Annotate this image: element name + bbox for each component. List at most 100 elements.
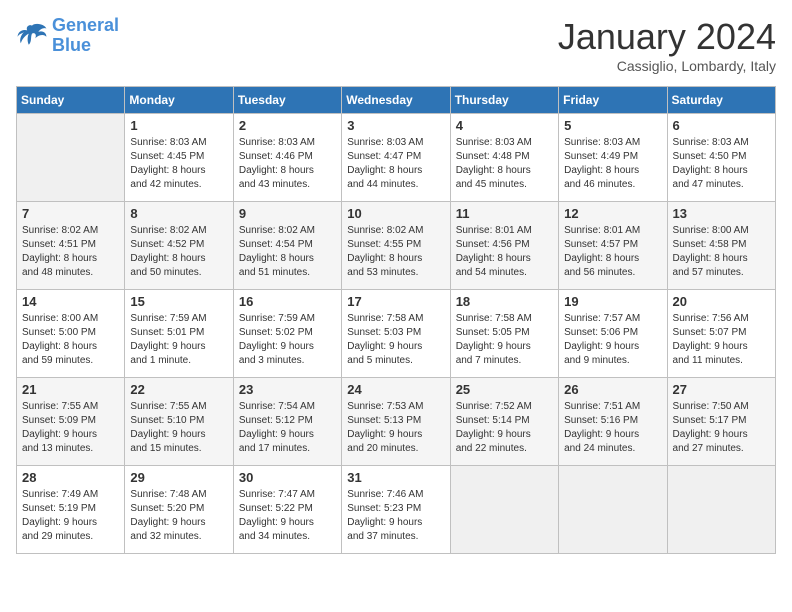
calendar-day-cell: 10 Sunrise: 8:02 AMSunset: 4:55 PMDayligh… (342, 202, 450, 290)
day-detail: Sunrise: 8:03 AMSunset: 4:47 PMDaylight:… (347, 136, 444, 192)
calendar-day-cell: 20 Sunrise: 7:56 AMSunset: 5:07 PMDayligh… (667, 290, 775, 378)
day-number: 7 (22, 206, 119, 221)
day-number: 21 (22, 382, 119, 397)
calendar-day-cell: 23 Sunrise: 7:54 AMSunset: 5:12 PMDayligh… (233, 378, 341, 466)
day-number: 2 (239, 118, 336, 133)
calendar-day-cell (17, 114, 125, 202)
day-detail: Sunrise: 8:00 AMSunset: 4:58 PMDaylight:… (673, 224, 770, 280)
calendar-day-cell: 15 Sunrise: 7:59 AMSunset: 5:01 PMDayligh… (125, 290, 233, 378)
calendar-day-cell: 18Sunrise: 7:58 AMSunset: 5:05 PMDayligh… (450, 290, 558, 378)
calendar-week-row: 7 Sunrise: 8:02 AMSunset: 4:51 PMDaylight… (17, 202, 776, 290)
calendar-day-cell: 29 Sunrise: 7:48 AMSunset: 5:20 PMDayligh… (125, 466, 233, 554)
logo: General Blue (16, 16, 119, 56)
day-detail: Sunrise: 8:03 AMSunset: 4:50 PMDaylight:… (673, 136, 770, 192)
day-detail: Sunrise: 7:49 AMSunset: 5:19 PMDaylight:… (22, 488, 119, 544)
day-detail: Sunrise: 8:01 AMSunset: 4:57 PMDaylight:… (564, 224, 661, 280)
calendar-day-cell: 11 Sunrise: 8:01 AMSunset: 4:56 PMDayligh… (450, 202, 558, 290)
calendar-header-monday: Monday (125, 87, 233, 114)
day-number: 14 (22, 294, 119, 309)
day-detail: Sunrise: 7:50 AMSunset: 5:17 PMDaylight:… (673, 400, 770, 456)
day-number: 23 (239, 382, 336, 397)
day-number: 15 (130, 294, 227, 309)
day-number: 29 (130, 470, 227, 485)
calendar-day-cell: 5Sunrise: 8:03 AMSunset: 4:49 PMDaylight… (559, 114, 667, 202)
logo-bird-icon (16, 22, 48, 50)
day-detail: Sunrise: 7:47 AMSunset: 5:22 PMDaylight:… (239, 488, 336, 544)
calendar-week-row: 14 Sunrise: 8:00 AMSunset: 5:00 PMDayligh… (17, 290, 776, 378)
calendar-day-cell: 8 Sunrise: 8:02 AMSunset: 4:52 PMDaylight… (125, 202, 233, 290)
calendar-header-tuesday: Tuesday (233, 87, 341, 114)
calendar-week-row: 28Sunrise: 7:49 AMSunset: 5:19 PMDayligh… (17, 466, 776, 554)
day-detail: Sunrise: 8:02 AMSunset: 4:51 PMDaylight:… (22, 224, 119, 280)
calendar-week-row: 21 Sunrise: 7:55 AMSunset: 5:09 PMDayligh… (17, 378, 776, 466)
day-number: 12 (564, 206, 661, 221)
day-detail: Sunrise: 8:01 AMSunset: 4:56 PMDaylight:… (456, 224, 553, 280)
day-detail: Sunrise: 7:53 AMSunset: 5:13 PMDaylight:… (347, 400, 444, 456)
calendar-day-cell: 2 Sunrise: 8:03 AMSunset: 4:46 PMDaylight… (233, 114, 341, 202)
calendar-day-cell: 22Sunrise: 7:55 AMSunset: 5:10 PMDayligh… (125, 378, 233, 466)
day-detail: Sunrise: 7:46 AMSunset: 5:23 PMDaylight:… (347, 488, 444, 544)
day-detail: Sunrise: 8:03 AMSunset: 4:46 PMDaylight:… (239, 136, 336, 192)
day-detail: Sunrise: 8:02 AMSunset: 4:55 PMDaylight:… (347, 224, 444, 280)
calendar-day-cell: 12 Sunrise: 8:01 AMSunset: 4:57 PMDayligh… (559, 202, 667, 290)
day-detail: Sunrise: 7:57 AMSunset: 5:06 PMDaylight:… (564, 312, 661, 368)
day-detail: Sunrise: 8:02 AMSunset: 4:52 PMDaylight:… (130, 224, 227, 280)
day-number: 5 (564, 118, 661, 133)
calendar-day-cell: 28Sunrise: 7:49 AMSunset: 5:19 PMDayligh… (17, 466, 125, 554)
calendar-header-friday: Friday (559, 87, 667, 114)
day-number: 9 (239, 206, 336, 221)
calendar-day-cell: 31 Sunrise: 7:46 AMSunset: 5:23 PMDayligh… (342, 466, 450, 554)
day-number: 1 (130, 118, 227, 133)
calendar-day-cell: 3 Sunrise: 8:03 AMSunset: 4:47 PMDaylight… (342, 114, 450, 202)
calendar-header-row: SundayMondayTuesdayWednesdayThursdayFrid… (17, 87, 776, 114)
day-number: 3 (347, 118, 444, 133)
calendar-day-cell: 4 Sunrise: 8:03 AMSunset: 4:48 PMDaylight… (450, 114, 558, 202)
calendar-day-cell: 21 Sunrise: 7:55 AMSunset: 5:09 PMDayligh… (17, 378, 125, 466)
day-detail: Sunrise: 7:55 AMSunset: 5:10 PMDaylight:… (130, 400, 227, 456)
day-number: 20 (673, 294, 770, 309)
day-number: 11 (456, 206, 553, 221)
calendar-table: SundayMondayTuesdayWednesdayThursdayFrid… (16, 86, 776, 554)
day-number: 4 (456, 118, 553, 133)
day-number: 18 (456, 294, 553, 309)
calendar-day-cell: 1 Sunrise: 8:03 AMSunset: 4:45 PMDaylight… (125, 114, 233, 202)
day-number: 25 (456, 382, 553, 397)
calendar-header-sunday: Sunday (17, 87, 125, 114)
day-detail: Sunrise: 7:59 AMSunset: 5:01 PMDaylight:… (130, 312, 227, 368)
day-number: 17 (347, 294, 444, 309)
calendar-day-cell: 13 Sunrise: 8:00 AMSunset: 4:58 PMDayligh… (667, 202, 775, 290)
calendar-day-cell: 26Sunrise: 7:51 AMSunset: 5:16 PMDayligh… (559, 378, 667, 466)
calendar-day-cell: 24Sunrise: 7:53 AMSunset: 5:13 PMDayligh… (342, 378, 450, 466)
calendar-day-cell: 25 Sunrise: 7:52 AMSunset: 5:14 PMDayligh… (450, 378, 558, 466)
day-number: 8 (130, 206, 227, 221)
calendar-day-cell: 30Sunrise: 7:47 AMSunset: 5:22 PMDayligh… (233, 466, 341, 554)
calendar-day-cell (667, 466, 775, 554)
calendar-day-cell (559, 466, 667, 554)
day-detail: Sunrise: 7:48 AMSunset: 5:20 PMDaylight:… (130, 488, 227, 544)
day-number: 6 (673, 118, 770, 133)
location: Cassiglio, Lombardy, Italy (558, 58, 776, 74)
page-header: General Blue January 2024 Cassiglio, Lom… (16, 16, 776, 74)
calendar-week-row: 1 Sunrise: 8:03 AMSunset: 4:45 PMDaylight… (17, 114, 776, 202)
day-number: 19 (564, 294, 661, 309)
day-number: 31 (347, 470, 444, 485)
day-detail: Sunrise: 7:56 AMSunset: 5:07 PMDaylight:… (673, 312, 770, 368)
month-title: January 2024 (558, 16, 776, 58)
calendar-day-cell: 14 Sunrise: 8:00 AMSunset: 5:00 PMDayligh… (17, 290, 125, 378)
day-detail: Sunrise: 7:54 AMSunset: 5:12 PMDaylight:… (239, 400, 336, 456)
day-detail: Sunrise: 8:03 AMSunset: 4:48 PMDaylight:… (456, 136, 553, 192)
calendar-day-cell: 27Sunrise: 7:50 AMSunset: 5:17 PMDayligh… (667, 378, 775, 466)
logo-text: General Blue (52, 16, 119, 56)
calendar-day-cell: 19 Sunrise: 7:57 AMSunset: 5:06 PMDayligh… (559, 290, 667, 378)
day-detail: Sunrise: 8:00 AMSunset: 5:00 PMDaylight:… (22, 312, 119, 368)
calendar-header-saturday: Saturday (667, 87, 775, 114)
day-number: 10 (347, 206, 444, 221)
day-number: 13 (673, 206, 770, 221)
day-detail: Sunrise: 8:03 AMSunset: 4:45 PMDaylight:… (130, 136, 227, 192)
calendar-day-cell: 16Sunrise: 7:59 AMSunset: 5:02 PMDayligh… (233, 290, 341, 378)
day-detail: Sunrise: 7:55 AMSunset: 5:09 PMDaylight:… (22, 400, 119, 456)
day-number: 16 (239, 294, 336, 309)
day-detail: Sunrise: 7:52 AMSunset: 5:14 PMDaylight:… (456, 400, 553, 456)
calendar-day-cell: 17Sunrise: 7:58 AMSunset: 5:03 PMDayligh… (342, 290, 450, 378)
calendar-day-cell: 7 Sunrise: 8:02 AMSunset: 4:51 PMDaylight… (17, 202, 125, 290)
